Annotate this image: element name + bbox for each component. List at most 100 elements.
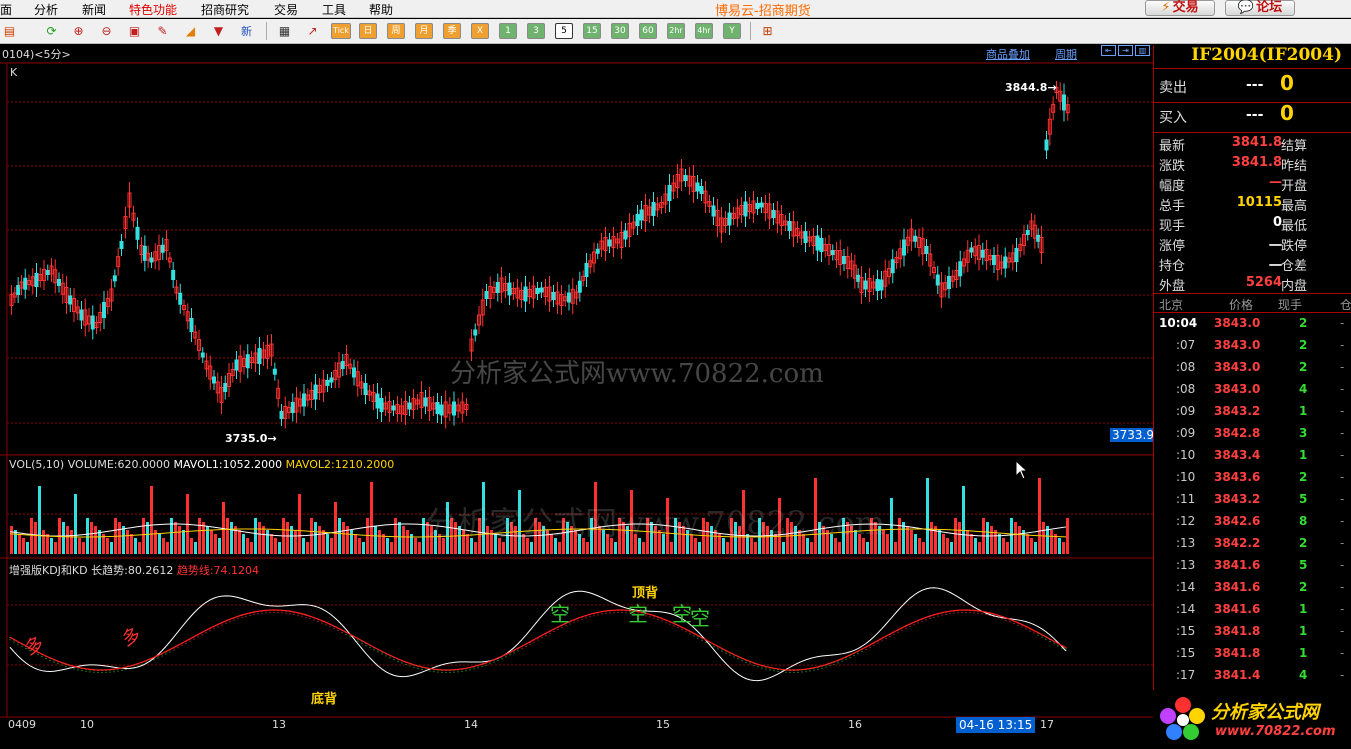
tick-qty: 1 (1299, 624, 1308, 638)
prev-icon[interactable]: ⇤ (1101, 45, 1116, 56)
volume-bar (194, 542, 197, 554)
period-link[interactable]: 周期 (1055, 46, 1077, 62)
candle-body (435, 402, 440, 414)
tick-qty: 1 (1299, 602, 1308, 616)
short-signal-4: 空 (690, 606, 710, 630)
period-week[interactable]: 周 (387, 23, 405, 39)
refresh-icon[interactable]: ⟳ (43, 23, 60, 39)
kline-chart[interactable] (0, 45, 1153, 749)
period-15m[interactable]: 15 (583, 23, 601, 39)
volume-bar (914, 534, 917, 554)
candle-body (743, 201, 748, 217)
x-tick: 13 (272, 718, 286, 731)
tick-dash: - (1340, 338, 1345, 352)
quote-key2: 昨结 (1281, 159, 1308, 174)
candle-body (45, 270, 50, 275)
period-1m[interactable]: 1 (499, 23, 517, 39)
layers-icon[interactable]: ▣ (126, 23, 143, 39)
quote-row: 外盘 5264 内盘 (1154, 275, 1351, 295)
menu-news[interactable]: 新闻 (82, 1, 106, 18)
chart-area[interactable]: 0104)<5分> K 商品叠加 周期 ⇤ ⇥ ▥ 3844.8→ 3735.0… (0, 45, 1156, 749)
menu-research[interactable]: 招商研究 (201, 1, 249, 18)
zoom-out-icon[interactable]: ⊖ (98, 23, 115, 39)
candle-body (423, 397, 428, 407)
period-4hr[interactable]: 4hr (695, 23, 713, 39)
volume-bar (962, 486, 965, 554)
tick-header-city: 北京 (1159, 298, 1184, 312)
period-year[interactable]: Y (723, 23, 741, 39)
period-month[interactable]: 月 (415, 23, 433, 39)
overlay-link[interactable]: 商品叠加 (986, 46, 1030, 62)
layout-icon[interactable]: ▥ (1135, 45, 1150, 56)
tick-dash: - (1340, 492, 1345, 506)
candle-body (325, 380, 330, 386)
candle-body (484, 291, 489, 299)
period-quarter[interactable]: 季 (443, 23, 461, 39)
tick-qty: 3 (1299, 426, 1308, 440)
table-icon[interactable]: ▦ (276, 23, 293, 39)
period-60m[interactable]: 60 (639, 23, 657, 39)
tick-dash: - (1340, 382, 1345, 396)
volume-bar (1058, 538, 1061, 554)
line-draw-icon[interactable]: ◢ (182, 23, 199, 39)
quote-row: 最新 3841.8 结算 (1154, 135, 1351, 155)
menu-trade[interactable]: 交易 (274, 1, 298, 18)
new-icon[interactable]: 新 (238, 23, 255, 39)
candle-body (340, 361, 345, 369)
volume-bar (170, 518, 173, 554)
tick-row: :15 3841.8 1 - (1154, 646, 1351, 668)
tick-qty: 2 (1299, 470, 1308, 484)
contract-title: IF2004(IF2004) (1154, 45, 1351, 69)
kdj-k-line (9, 587, 1067, 682)
volume-bar (134, 538, 137, 554)
period-3m[interactable]: 3 (527, 23, 545, 39)
candle-body (495, 282, 500, 293)
grid-icon[interactable]: ⊞ (759, 23, 776, 39)
tick-row: :13 3841.6 5 - (1154, 558, 1351, 580)
pen-icon[interactable]: ✎ (154, 23, 171, 39)
volume-bar (890, 498, 893, 554)
volume-bar (326, 534, 329, 554)
trend-icon[interactable]: ↗ (304, 23, 321, 39)
volume-bar (318, 526, 321, 554)
chart-icon[interactable]: ▤ (1, 23, 18, 39)
kdj-long: 长趋势:80.2612 (91, 564, 174, 577)
volume-bar (182, 530, 185, 554)
menu-help[interactable]: 帮助 (369, 1, 393, 18)
candle-body (535, 288, 540, 294)
volume-bar (1026, 534, 1029, 554)
menu-analysis[interactable]: 分析 (34, 1, 58, 18)
menu-features[interactable]: 特色功能 (129, 1, 177, 18)
volume-bar (98, 530, 101, 554)
zoom-in-icon[interactable]: ⊕ (70, 23, 87, 39)
candle-body (584, 263, 589, 277)
tick-dash: - (1340, 448, 1345, 462)
tick-price: 3841.6 (1214, 580, 1261, 594)
volume-bar (230, 522, 233, 554)
volume-bar (146, 522, 149, 554)
menu-file[interactable]: 面 (0, 1, 12, 18)
tick-row: :09 3842.8 3 - (1154, 426, 1351, 448)
forum-button[interactable]: 💬 论坛 (1225, 0, 1295, 16)
volume-bar (394, 518, 397, 554)
menu-tools[interactable]: 工具 (322, 1, 346, 18)
tick-price: 3843.0 (1214, 360, 1261, 374)
trade-button[interactable]: ⚡ 交易 (1145, 0, 1215, 16)
quote-key2: 跌停 (1281, 239, 1308, 254)
period-5m[interactable]: 5 (555, 23, 573, 39)
sell-price: --- (1246, 77, 1264, 93)
separator (750, 22, 751, 40)
volume-bar (414, 538, 417, 554)
volume-bar (174, 522, 177, 554)
candle-body (329, 377, 334, 383)
next-icon[interactable]: ⇥ (1118, 45, 1133, 56)
filter-icon[interactable]: ▼ (210, 23, 227, 39)
tick-button[interactable]: Tick (331, 23, 351, 39)
period-day[interactable]: 日 (359, 23, 377, 39)
period-x[interactable]: X (471, 23, 489, 39)
volume-bar (390, 542, 393, 554)
period-30m[interactable]: 30 (611, 23, 629, 39)
period-2hr[interactable]: 2hr (667, 23, 685, 39)
logo-url: www.70822.com (1215, 724, 1336, 739)
candle-body (279, 411, 284, 419)
